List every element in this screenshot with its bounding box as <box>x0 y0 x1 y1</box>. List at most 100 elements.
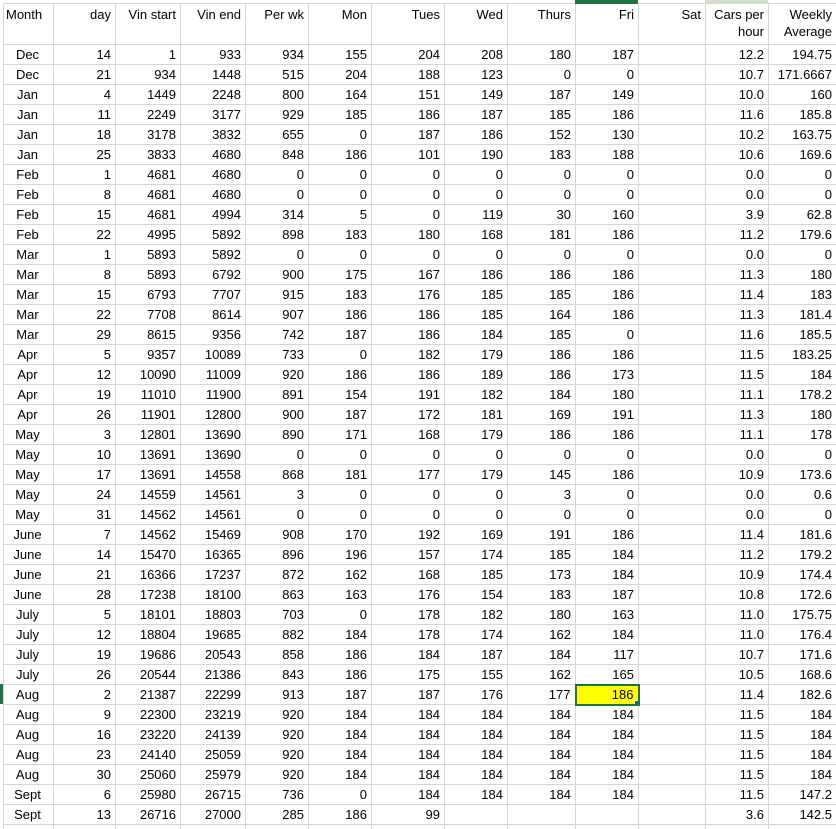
cell[interactable]: 186 <box>507 364 576 385</box>
cell[interactable]: 184 <box>308 624 372 645</box>
cell[interactable]: 29 <box>53 324 116 345</box>
cell[interactable]: 184 <box>575 724 639 745</box>
cell[interactable] <box>245 824 309 829</box>
cell[interactable]: 736 <box>245 784 309 805</box>
cell[interactable] <box>638 684 706 705</box>
cell[interactable]: 1448 <box>180 64 246 85</box>
cell[interactable] <box>638 224 706 245</box>
cell[interactable]: 26 <box>53 664 116 685</box>
cell[interactable] <box>768 824 836 829</box>
cell[interactable]: 187 <box>308 404 372 425</box>
cell[interactable]: 11.3 <box>705 264 769 285</box>
cell[interactable]: 181.4 <box>768 304 836 325</box>
cell[interactable]: 934 <box>115 64 181 85</box>
cell[interactable]: 8 <box>53 184 116 205</box>
cell[interactable]: 0 <box>575 164 639 185</box>
cell[interactable] <box>115 824 181 829</box>
cell[interactable]: 0 <box>308 444 372 465</box>
cell[interactable]: 0 <box>245 244 309 265</box>
cell[interactable] <box>638 184 706 205</box>
cell[interactable]: 181 <box>308 464 372 485</box>
cell[interactable]: 1 <box>53 244 116 265</box>
cell[interactable]: 848 <box>245 144 309 165</box>
cell[interactable]: Jan <box>3 104 54 125</box>
cell[interactable]: 733 <box>245 344 309 365</box>
cell[interactable]: 179.6 <box>768 224 836 245</box>
cell[interactable]: Mar <box>3 324 54 345</box>
cell[interactable] <box>638 64 706 85</box>
cell[interactable]: 184 <box>768 764 836 785</box>
cell[interactable]: 185 <box>444 284 508 305</box>
cell[interactable]: Sept <box>3 804 54 825</box>
cell[interactable]: 742 <box>245 324 309 345</box>
cell[interactable]: July <box>3 664 54 685</box>
cell[interactable] <box>638 484 706 505</box>
cell[interactable]: 800 <box>245 84 309 105</box>
cell[interactable]: 25059 <box>180 744 246 765</box>
cell[interactable]: 14562 <box>115 504 181 525</box>
cell[interactable]: 25979 <box>180 764 246 785</box>
cell[interactable]: 843 <box>245 664 309 685</box>
cell[interactable]: 4680 <box>180 164 246 185</box>
cell[interactable]: 186 <box>575 524 639 545</box>
cell[interactable]: 186 <box>308 304 372 325</box>
cell[interactable]: 185 <box>507 104 576 125</box>
cell[interactable]: Jan <box>3 124 54 145</box>
cell[interactable]: 171.6667 <box>768 64 836 85</box>
cell[interactable]: 164 <box>507 304 576 325</box>
cell[interactable] <box>638 404 706 425</box>
cell[interactable]: 18101 <box>115 604 181 625</box>
cell[interactable]: 25 <box>53 144 116 165</box>
cell[interactable]: 178 <box>371 604 445 625</box>
column-header-fri[interactable]: Fri <box>575 3 639 45</box>
cell[interactable]: 147.2 <box>768 784 836 805</box>
cell[interactable]: 187 <box>308 324 372 345</box>
cell[interactable]: 5893 <box>115 264 181 285</box>
cell[interactable]: 0 <box>507 504 576 525</box>
cell[interactable]: 0 <box>371 484 445 505</box>
cell[interactable]: 20544 <box>115 664 181 685</box>
cell[interactable]: Jan <box>3 84 54 105</box>
cell[interactable]: 285 <box>245 804 309 825</box>
cell[interactable]: 0 <box>575 184 639 205</box>
cell[interactable]: 0 <box>507 244 576 265</box>
cell[interactable]: 169.6 <box>768 144 836 165</box>
cell[interactable]: 0 <box>444 504 508 525</box>
column-header-mon[interactable]: Mon <box>308 3 372 45</box>
cell[interactable]: 11009 <box>180 364 246 385</box>
cell[interactable]: May <box>3 424 54 445</box>
cell[interactable]: 30 <box>53 764 116 785</box>
cell[interactable]: 163.75 <box>768 124 836 145</box>
cell[interactable]: 5 <box>53 604 116 625</box>
cell[interactable]: June <box>3 564 54 585</box>
cell[interactable]: 0 <box>308 604 372 625</box>
cell[interactable]: 165 <box>575 664 639 685</box>
cell[interactable] <box>308 824 372 829</box>
cell[interactable]: 0 <box>371 204 445 225</box>
cell[interactable]: 920 <box>245 764 309 785</box>
cell[interactable]: 907 <box>245 304 309 325</box>
cell[interactable]: July <box>3 624 54 645</box>
cell[interactable]: 187 <box>507 84 576 105</box>
cell[interactable]: 915 <box>245 284 309 305</box>
cell[interactable]: 171 <box>308 424 372 445</box>
cell[interactable]: 2249 <box>115 104 181 125</box>
cell[interactable]: 186 <box>444 124 508 145</box>
cell[interactable]: 191 <box>575 404 639 425</box>
cell[interactable]: 22 <box>53 304 116 325</box>
cell[interactable]: 11.1 <box>705 424 769 445</box>
cell[interactable]: 189 <box>444 364 508 385</box>
cell[interactable]: 2 <box>53 684 116 705</box>
cell[interactable] <box>638 84 706 105</box>
cell[interactable] <box>507 804 576 825</box>
cell[interactable]: 186 <box>308 664 372 685</box>
cell[interactable]: 4681 <box>115 184 181 205</box>
cell[interactable]: 18803 <box>180 604 246 625</box>
cell[interactable]: 5 <box>53 344 116 365</box>
cell[interactable]: 3178 <box>115 124 181 145</box>
cell[interactable]: 184 <box>575 784 639 805</box>
cell[interactable]: 24140 <box>115 744 181 765</box>
cell[interactable]: 0.0 <box>705 164 769 185</box>
cell[interactable]: 0 <box>308 124 372 145</box>
cell[interactable]: 184 <box>575 624 639 645</box>
